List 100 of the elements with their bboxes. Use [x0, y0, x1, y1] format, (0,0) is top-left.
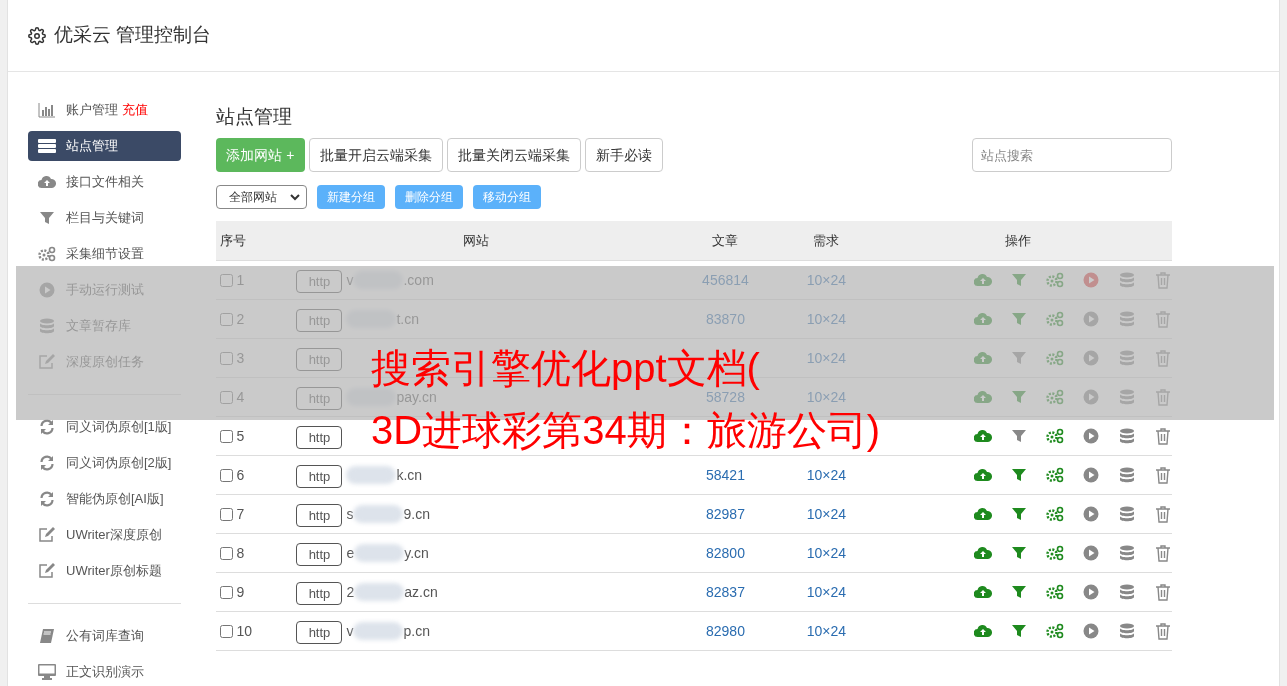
- gears-icon[interactable]: [1046, 467, 1065, 483]
- article-count[interactable]: 82987: [706, 505, 745, 522]
- search-field[interactable]: 站点搜索: [972, 138, 1173, 172]
- sidebar-item[interactable]: 智能伪原创[AI版]: [28, 484, 182, 514]
- filter-icon[interactable]: [1012, 468, 1027, 482]
- database-icon[interactable]: [1120, 623, 1135, 639]
- database-icon[interactable]: [1120, 584, 1135, 600]
- sidebar-item[interactable]: 正文识别演示: [28, 657, 182, 686]
- row-checkbox[interactable]: [220, 546, 234, 560]
- row-number: 7: [236, 504, 245, 524]
- action-button[interactable]: 批量开启云端采集: [308, 138, 443, 172]
- filter-icon[interactable]: [1012, 507, 1027, 521]
- trash-icon[interactable]: [1156, 427, 1171, 445]
- scheme-label: http: [296, 543, 343, 566]
- row-checkbox[interactable]: [220, 585, 234, 599]
- filter-icon[interactable]: [1012, 429, 1027, 443]
- demand-value[interactable]: 10×24: [806, 622, 847, 639]
- gears-icon[interactable]: [1046, 584, 1065, 600]
- column-header: 序号: [219, 231, 248, 250]
- redaction-blur: [354, 583, 405, 601]
- scheme-label: http: [296, 621, 343, 644]
- domain-text: s: [346, 504, 354, 524]
- filter-icon[interactable]: [1012, 585, 1027, 599]
- demand-value[interactable]: 10×24: [806, 583, 847, 600]
- sidebar-item[interactable]: 接口文件相关: [28, 167, 182, 197]
- database-icon[interactable]: [1120, 467, 1135, 483]
- cloud-upload-icon[interactable]: [974, 546, 993, 560]
- gears-icon[interactable]: [1046, 623, 1065, 639]
- domain-text: e: [346, 543, 355, 563]
- row-checkbox[interactable]: [220, 429, 234, 443]
- gears-icon[interactable]: [1046, 428, 1065, 444]
- scheme-label: http: [296, 582, 343, 605]
- article-count[interactable]: 82800: [706, 544, 745, 561]
- trash-icon[interactable]: [1156, 544, 1171, 562]
- monitor-icon: [38, 664, 56, 680]
- domain-text: p.cn: [403, 621, 430, 641]
- settings-icon: [28, 26, 46, 45]
- filter-icon: [40, 211, 54, 225]
- scheme-label: http: [296, 426, 343, 449]
- cloud-upload-icon[interactable]: [974, 429, 993, 443]
- cloud-upload-icon[interactable]: [974, 624, 993, 638]
- cloud-upload-icon[interactable]: [974, 507, 993, 521]
- gears-icon[interactable]: [1046, 545, 1065, 561]
- play-icon[interactable]: [1083, 467, 1100, 483]
- filter-icon[interactable]: [1012, 624, 1027, 638]
- demand-value[interactable]: 10×24: [806, 466, 847, 483]
- scheme-label: http: [296, 465, 343, 488]
- row-checkbox[interactable]: [220, 468, 234, 482]
- gears-icon: [38, 246, 56, 262]
- bar-chart-icon: [38, 102, 56, 118]
- action-button[interactable]: 新手必读: [584, 138, 663, 172]
- play-icon[interactable]: [1083, 623, 1100, 639]
- cloud-upload-icon[interactable]: [974, 468, 993, 482]
- sidebar-item[interactable]: 栏目与关键词: [28, 203, 182, 233]
- action-button[interactable]: 批量关闭云端采集: [446, 138, 581, 172]
- article-count[interactable]: 82837: [706, 583, 745, 600]
- database-icon[interactable]: [1120, 506, 1135, 522]
- server-icon: [38, 139, 56, 153]
- row-number: 8: [236, 543, 245, 563]
- trash-icon[interactable]: [1156, 505, 1171, 523]
- sidebar-item[interactable]: UWriter原创标题: [28, 556, 182, 586]
- caret-icon: [290, 193, 301, 201]
- recharge-link[interactable]: 充值: [122, 100, 148, 120]
- filter-icon[interactable]: [1012, 546, 1027, 560]
- gears-icon[interactable]: [1046, 506, 1065, 522]
- sidebar-item[interactable]: UWriter深度原创: [28, 520, 182, 550]
- sidebar-item[interactable]: 公有词库查询: [28, 621, 182, 651]
- sidebar-item[interactable]: 同义词伪原创[2版]: [28, 448, 182, 478]
- book-icon: [39, 628, 55, 644]
- overlay-title: 3D进球彩第34期：旅游公司): [371, 409, 880, 451]
- play-icon[interactable]: [1083, 545, 1100, 561]
- play-icon[interactable]: [1083, 584, 1100, 600]
- play-icon[interactable]: [1083, 428, 1100, 444]
- trash-icon[interactable]: [1156, 466, 1171, 484]
- article-count[interactable]: 82980: [706, 622, 745, 639]
- cloud-upload-icon: [38, 175, 56, 189]
- row-number: 5: [236, 426, 245, 446]
- refresh-icon: [39, 419, 55, 435]
- database-icon[interactable]: [1120, 428, 1135, 444]
- domain-text: 9.cn: [403, 504, 430, 524]
- row-checkbox[interactable]: [220, 624, 234, 638]
- refresh-icon: [39, 455, 55, 471]
- trash-icon[interactable]: [1156, 622, 1171, 640]
- domain-text: k.cn: [396, 465, 423, 485]
- row-checkbox[interactable]: [220, 507, 234, 521]
- scheme-label: http: [296, 504, 343, 527]
- redaction-blur: [353, 505, 404, 523]
- trash-icon[interactable]: [1156, 583, 1171, 601]
- sidebar-item[interactable]: 采集细节设置: [28, 239, 182, 269]
- sidebar-item[interactable]: 站点管理: [28, 131, 182, 161]
- demand-value[interactable]: 10×24: [806, 544, 847, 561]
- cloud-upload-icon[interactable]: [974, 585, 993, 599]
- group-select[interactable]: 全部网站: [216, 185, 308, 209]
- article-count[interactable]: 58421: [706, 466, 745, 483]
- demand-value[interactable]: 10×24: [806, 505, 847, 522]
- database-icon[interactable]: [1120, 545, 1135, 561]
- sidebar-item[interactable]: 账户管理 充值: [28, 95, 182, 125]
- play-icon[interactable]: [1083, 506, 1100, 522]
- console-title: 优采云 管理控制台: [54, 23, 212, 48]
- row-number: 9: [236, 582, 245, 602]
